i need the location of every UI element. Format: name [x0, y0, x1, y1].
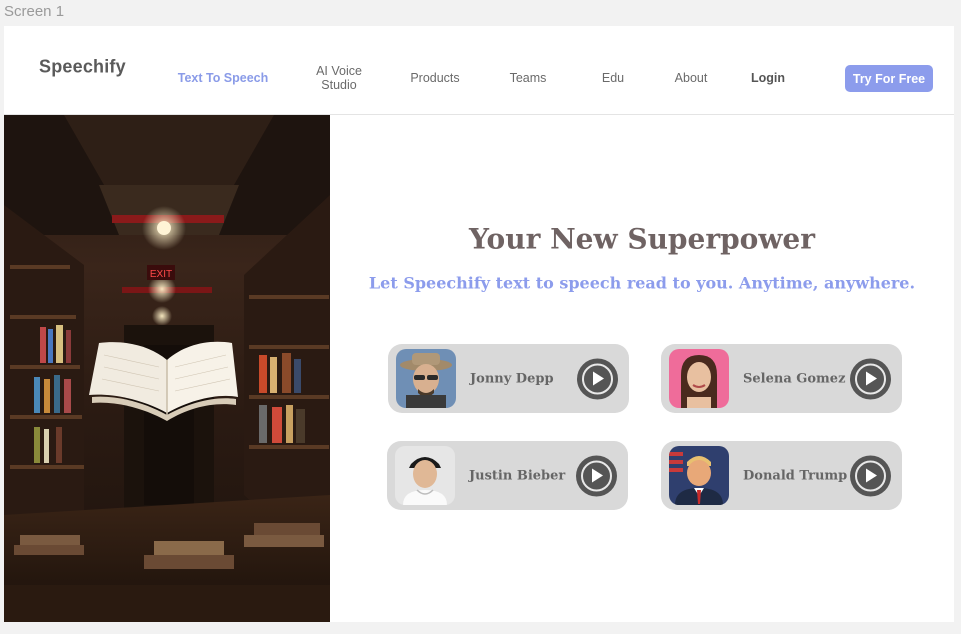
hero-library-image: EXIT	[4, 115, 330, 622]
voice-name: Jonny Depp	[470, 371, 554, 386]
voice-card-justin-bieber[interactable]: Justin Bieber	[387, 441, 628, 510]
hero-title: Your New Superpower	[469, 222, 815, 256]
portrait-cap-icon	[395, 446, 455, 505]
play-button[interactable]	[850, 455, 891, 496]
nav-link-about[interactable]: About	[675, 71, 708, 85]
nav-link-products[interactable]: Products	[410, 71, 459, 85]
portrait-hat-icon	[396, 349, 456, 408]
svg-text:EXIT: EXIT	[150, 269, 172, 280]
voice-card-jonny-depp[interactable]: Jonny Depp	[388, 344, 629, 413]
voice-card-donald-trump[interactable]: Donald Trump	[661, 441, 902, 510]
play-icon	[865, 371, 877, 386]
nav-link-text-to-speech[interactable]: Text To Speech	[178, 71, 269, 85]
play-button[interactable]	[850, 358, 891, 399]
hero-subtitle: Let Speechify text to speech read to you…	[368, 273, 916, 293]
nav-link-edu[interactable]: Edu	[602, 71, 624, 85]
portrait-flag-icon	[669, 446, 729, 505]
top-nav: Speechify Text To Speech AI Voice Studio…	[4, 26, 954, 115]
try-for-free-button[interactable]: Try For Free	[845, 65, 933, 92]
library-floating-book-photo: EXIT	[4, 115, 330, 622]
voice-name: Justin Bieber	[469, 468, 566, 483]
voice-name: Donald Trump	[743, 468, 848, 483]
frame-label: Screen 1	[4, 3, 65, 20]
play-button[interactable]	[577, 358, 618, 399]
play-icon	[592, 371, 604, 386]
voice-card-selena-gomez[interactable]: Selena Gomez	[661, 344, 902, 413]
brand-logo[interactable]: Speechify	[39, 57, 126, 78]
play-icon	[865, 468, 877, 483]
portrait-woman-icon	[669, 349, 729, 408]
voice-name: Selena Gomez	[743, 371, 846, 386]
nav-link-ai-voice-studio[interactable]: AI Voice Studio	[309, 64, 369, 92]
nav-link-login[interactable]: Login	[751, 71, 785, 85]
play-icon	[591, 468, 603, 483]
nav-link-teams[interactable]: Teams	[510, 71, 547, 85]
screen: Speechify Text To Speech AI Voice Studio…	[4, 26, 954, 622]
play-button[interactable]	[576, 455, 617, 496]
